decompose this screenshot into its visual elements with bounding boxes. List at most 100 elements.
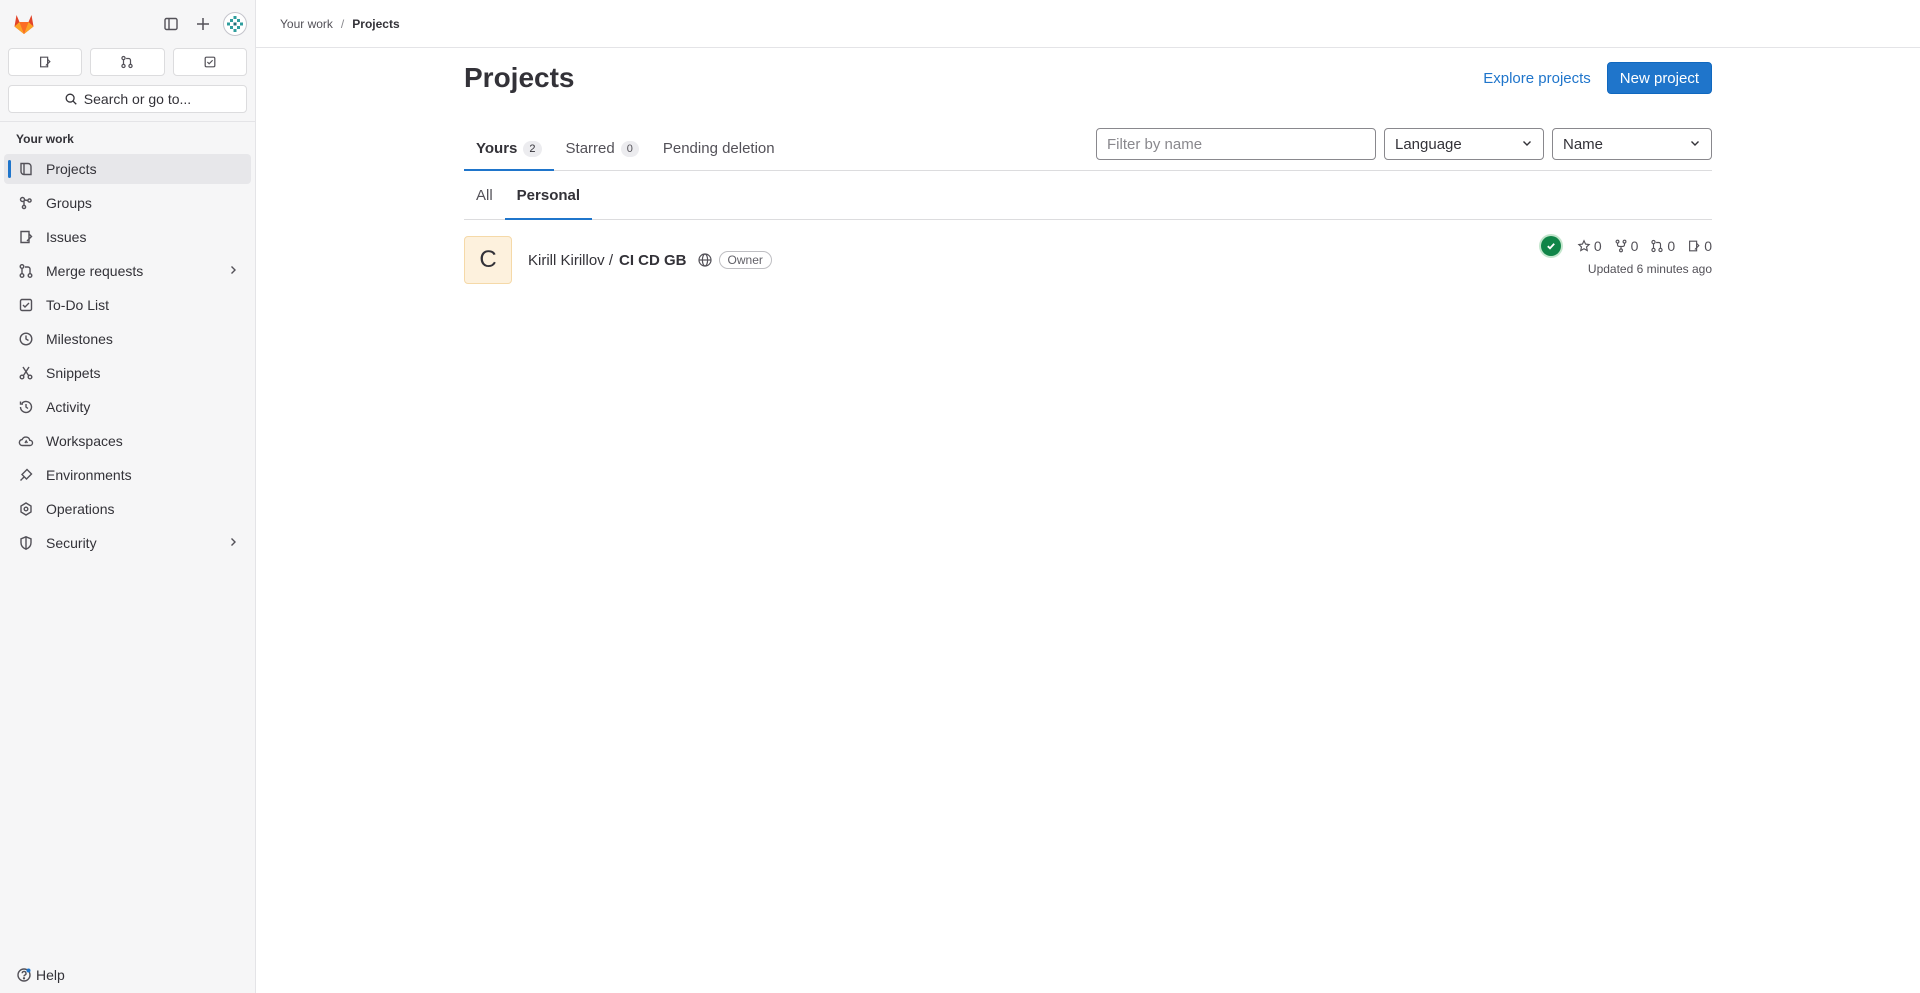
filter-by-name-input[interactable]	[1096, 128, 1376, 160]
chevron-down-icon	[1689, 136, 1701, 153]
sidebar-item-groups[interactable]: Groups	[4, 188, 251, 218]
sidebar-counters	[0, 48, 255, 76]
main-content: Projects Explore projects New project Yo…	[464, 48, 1712, 284]
tab-label: Yours	[476, 140, 518, 157]
sidebar-item-operations[interactable]: Operations	[4, 494, 251, 524]
subtab-personal[interactable]: Personal	[504, 171, 593, 220]
role-badge: Owner	[718, 251, 772, 269]
plus-icon[interactable]	[191, 12, 215, 36]
user-avatar[interactable]	[223, 12, 247, 36]
project-title-link[interactable]: CI CD GB	[619, 252, 687, 269]
clock-icon	[18, 331, 34, 347]
sidebar-item-label: Workspaces	[46, 433, 123, 449]
sidebar-item-label: To-Do List	[46, 297, 110, 313]
page-title: Projects	[464, 62, 575, 93]
issues-icon	[18, 229, 34, 245]
breadcrumb: Your work / Projects	[256, 0, 1920, 48]
sidebar-item-label: Environments	[46, 467, 132, 483]
issues-icon	[1689, 240, 1700, 252]
sidebar-item-label: Activity	[46, 399, 91, 415]
snippet-icon	[18, 365, 34, 381]
language-dropdown[interactable]: Language	[1384, 128, 1544, 160]
sidebar-item-todo-list[interactable]: To-Do List	[4, 290, 251, 320]
updated-timestamp: Updated 6 minutes ago	[1587, 262, 1712, 276]
project-meta: 0 0 0 0 Updated 6 minutes ago	[1540, 236, 1712, 276]
new-project-button[interactable]: New project	[1606, 62, 1712, 94]
sidebar: Search or go to... Your work Projects Gr…	[0, 0, 256, 993]
globe-icon	[697, 252, 713, 268]
fork-icon	[1615, 239, 1627, 253]
todo-icon	[18, 297, 34, 313]
sidebar-item-snippets[interactable]: Snippets	[4, 358, 251, 388]
cloud-gear-icon	[18, 501, 34, 517]
explore-projects-button[interactable]: Explore projects	[1483, 70, 1591, 87]
tab-pending-deletion[interactable]: Pending deletion	[651, 127, 787, 170]
todos-counter[interactable]	[172, 48, 247, 76]
star-icon	[1577, 239, 1591, 252]
language-dropdown-label: Language	[1395, 135, 1462, 153]
page-header: Projects Explore projects New project	[464, 48, 1712, 108]
sidebar-item-workspaces[interactable]: Workspaces	[4, 426, 251, 456]
sidebar-item-label: Issues	[46, 229, 87, 245]
stars-count[interactable]: 0	[1577, 238, 1602, 254]
tab-label: Pending deletion	[662, 140, 775, 157]
help-button[interactable]: Help	[16, 967, 65, 983]
gitlab-logo-icon[interactable]	[12, 12, 36, 36]
issues-count[interactable]: 0	[1687, 238, 1712, 254]
project-avatar[interactable]: C	[464, 236, 512, 284]
merge-requests-counter[interactable]	[90, 48, 165, 76]
merge-request-icon	[121, 55, 134, 69]
issues-value: 0	[1704, 238, 1712, 254]
sort-dropdown[interactable]: Name	[1552, 128, 1712, 160]
history-icon	[18, 399, 34, 415]
sidebar-item-label: Snippets	[46, 365, 101, 381]
search-button[interactable]: Search or go to...	[8, 85, 247, 113]
search-icon	[65, 93, 77, 105]
filter-bar: Language Name	[1096, 128, 1712, 160]
shield-icon	[18, 535, 34, 551]
project-name: Kirill Kirillov / CI CD GB Owner	[528, 236, 772, 284]
project-subtabs: All Personal	[464, 171, 1712, 220]
merge-requests-count[interactable]: 0	[1650, 238, 1675, 254]
todo-icon	[204, 56, 216, 68]
sidebar-item-activity[interactable]: Activity	[4, 392, 251, 422]
sidebar-item-label: Groups	[46, 195, 92, 211]
pipeline-status-icon[interactable]	[1540, 236, 1561, 256]
sidebar-item-label: Milestones	[46, 331, 113, 347]
forks-count[interactable]: 0	[1614, 238, 1638, 254]
issues-icon	[40, 56, 51, 68]
project-stats: 0 0 0 0	[1540, 236, 1712, 256]
project-icon	[18, 161, 34, 177]
project-namespace[interactable]: Kirill Kirillov /	[528, 252, 613, 269]
chevron-down-icon	[1521, 136, 1533, 153]
sidebar-item-label: Operations	[46, 501, 115, 517]
tab-starred[interactable]: Starred 0	[554, 127, 651, 170]
sidebar-item-issues[interactable]: Issues	[4, 222, 251, 252]
sidebar-section-title: Your work	[16, 132, 74, 146]
chevron-right-icon	[227, 535, 239, 551]
breadcrumb-your-work[interactable]: Your work	[280, 17, 333, 31]
group-icon	[18, 195, 34, 211]
sidebar-item-security[interactable]: Security	[4, 528, 251, 558]
sidebar-item-label: Merge requests	[46, 263, 144, 279]
stars-value: 0	[1593, 238, 1602, 254]
sidebar-nav: Projects Groups Issues Merge requests To…	[0, 150, 255, 566]
toggle-sidebar-icon[interactable]	[159, 12, 183, 36]
count-badge: 2	[523, 140, 542, 157]
environment-icon	[18, 467, 34, 483]
help-icon	[17, 968, 31, 982]
help-label: Help	[36, 967, 65, 983]
sidebar-item-environments[interactable]: Environments	[4, 460, 251, 490]
cloud-icon	[18, 433, 34, 449]
breadcrumb-separator: /	[340, 16, 345, 31]
breadcrumb-projects[interactable]: Projects	[352, 17, 399, 31]
sidebar-item-merge-requests[interactable]: Merge requests	[4, 256, 251, 286]
count-badge: 0	[620, 140, 639, 157]
sidebar-header	[0, 0, 255, 48]
assigned-issues-counter[interactable]	[8, 48, 83, 76]
sidebar-item-label: Projects	[46, 161, 97, 177]
sidebar-item-milestones[interactable]: Milestones	[4, 324, 251, 354]
sidebar-item-projects[interactable]: Projects	[4, 154, 251, 184]
tab-yours[interactable]: Yours 2	[464, 127, 554, 171]
subtab-all[interactable]: All	[464, 171, 505, 219]
